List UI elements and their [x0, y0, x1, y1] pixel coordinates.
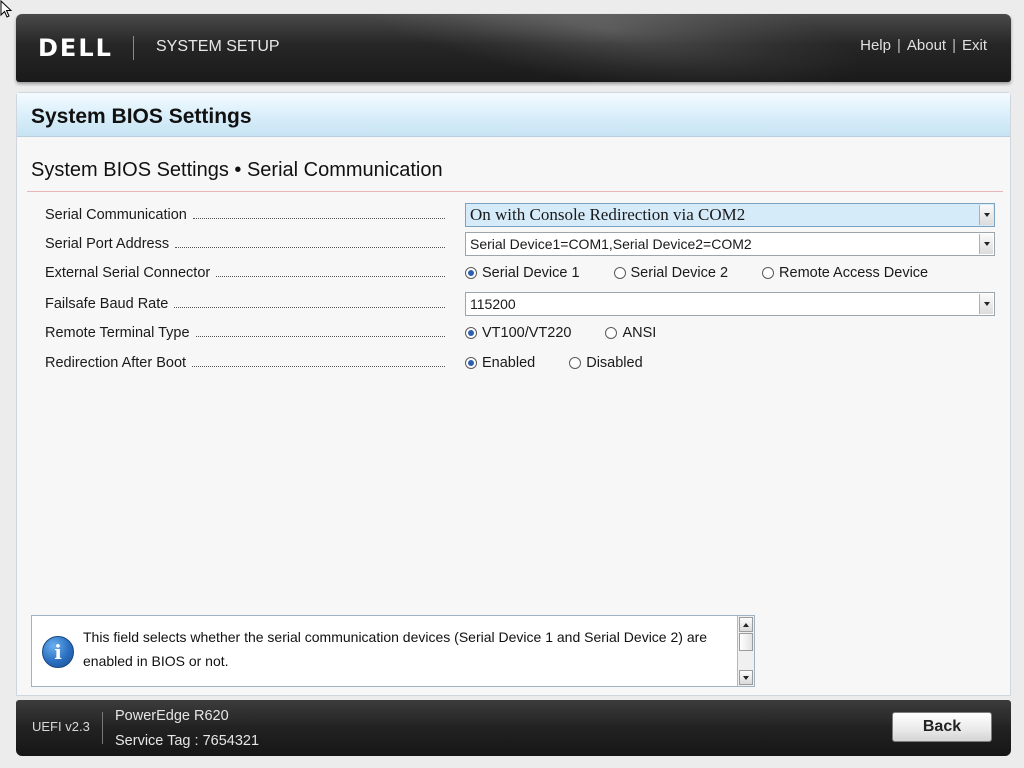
scroll-up-button[interactable] [739, 617, 753, 632]
footer-divider [102, 712, 103, 744]
exit-link[interactable]: Exit [962, 37, 987, 54]
selected-value: 115200 [470, 296, 516, 312]
setting-label: External Serial Connector [45, 265, 445, 281]
label-text: Redirection After Boot [45, 355, 187, 371]
radio-label: Enabled [482, 355, 536, 371]
radio-label: Disabled [586, 355, 643, 371]
dotted-leader [175, 246, 445, 248]
help-text: This field selects whether the serial co… [83, 625, 723, 673]
remote-terminal-type-radio-group: VT100/VT220 ANSI [465, 321, 690, 345]
help-text-line: This field selects whether the serial co… [83, 629, 708, 645]
dotted-leader [174, 306, 445, 308]
setting-row-external-serial-connector: External Serial Connector Serial Device … [45, 261, 997, 285]
radio-button-selected[interactable] [465, 327, 477, 339]
setting-label: Failsafe Baud Rate [45, 296, 445, 312]
setting-label: Serial Communication [45, 207, 445, 223]
redirection-after-boot-radio-group: Enabled Disabled [465, 351, 677, 375]
link-separator: | [952, 37, 956, 54]
radio-button[interactable] [569, 357, 582, 369]
help-panel: i This field selects whether the serial … [31, 615, 755, 687]
chevron-down-icon[interactable] [979, 294, 993, 314]
setting-label: Redirection After Boot [45, 355, 445, 371]
setting-label: Remote Terminal Type [45, 325, 445, 341]
dotted-leader [192, 217, 445, 219]
link-separator: | [896, 37, 901, 54]
radio-label: Serial Device 1 [482, 265, 580, 281]
help-text-line: enabled in BIOS or not. [83, 653, 229, 669]
external-serial-connector-radio-group: Serial Device 1 Serial Device 2 Remote A… [465, 261, 962, 285]
page-title: System BIOS Settings [31, 105, 252, 128]
label-text: Serial Communication [45, 207, 187, 223]
radio-button-selected[interactable] [465, 267, 477, 279]
radio-enabled[interactable]: Enabled [465, 355, 535, 371]
dotted-leader [216, 275, 445, 277]
radio-serial-device-2[interactable]: Serial Device 2 [613, 265, 729, 281]
mouse-pointer-icon [0, 0, 13, 18]
failsafe-baud-rate-select[interactable]: 115200 [465, 292, 995, 316]
dotted-leader [192, 365, 445, 367]
header-links: Help | About | Exit [860, 37, 987, 54]
radio-button-selected[interactable] [465, 357, 477, 369]
selected-value: Serial Device1=COM1,Serial Device2=COM2 [470, 236, 752, 252]
service-tag: Service Tag : 7654321 [115, 733, 260, 749]
radio-button[interactable] [605, 327, 618, 339]
setting-row-serial-port-address: Serial Port Address Serial Device1=COM1,… [45, 232, 997, 256]
radio-label: ANSI [622, 325, 657, 341]
header-sheen [340, 14, 872, 82]
label-text: External Serial Connector [45, 265, 211, 281]
about-link[interactable]: About [907, 37, 946, 54]
setting-label: Serial Port Address [45, 236, 445, 252]
radio-label: Remote Access Device [779, 265, 929, 281]
radio-disabled[interactable]: Disabled [569, 355, 643, 371]
dotted-leader [195, 335, 445, 337]
help-link[interactable]: Help [860, 37, 891, 54]
chevron-down-icon[interactable] [979, 205, 993, 225]
label-text: Failsafe Baud Rate [45, 296, 169, 312]
section-divider [27, 191, 1003, 192]
radio-button[interactable] [762, 267, 775, 279]
back-button[interactable]: Back [892, 712, 992, 742]
header-divider [133, 36, 134, 60]
radio-label: VT100/VT220 [482, 325, 572, 341]
chevron-down-icon[interactable] [979, 234, 993, 254]
radio-remote-access-device[interactable]: Remote Access Device [762, 265, 928, 281]
scroll-thumb[interactable] [739, 633, 753, 651]
panel-header: System BIOS Settings [17, 93, 1010, 137]
top-bar: DELL SYSTEM SETUP Help | About | Exit [16, 14, 1011, 82]
help-scrollbar[interactable] [737, 616, 754, 686]
scroll-down-button[interactable] [739, 670, 753, 685]
serial-port-address-select[interactable]: Serial Device1=COM1,Serial Device2=COM2 [465, 232, 995, 256]
radio-label: Serial Device 2 [630, 265, 729, 281]
server-model: PowerEdge R620 [115, 708, 229, 724]
setting-row-remote-terminal-type: Remote Terminal Type VT100/VT220 ANSI [45, 321, 997, 345]
radio-button[interactable] [613, 267, 626, 279]
main-panel: System BIOS Settings System BIOS Setting… [16, 92, 1011, 696]
dell-logo: DELL [38, 34, 113, 62]
info-icon: i [42, 636, 74, 668]
radio-vt100-vt220[interactable]: VT100/VT220 [465, 325, 571, 341]
app-title: SYSTEM SETUP [156, 38, 280, 55]
bottom-bar: UEFI v2.3 PowerEdge R620 Service Tag : 7… [16, 700, 1011, 756]
uefi-version: UEFI v2.3 [32, 719, 90, 734]
setting-row-failsafe-baud-rate: Failsafe Baud Rate 115200 [45, 292, 997, 316]
label-text: Serial Port Address [45, 236, 170, 252]
setting-row-serial-communication: Serial Communication On with Console Red… [45, 203, 997, 227]
breadcrumb: System BIOS Settings • Serial Communicat… [31, 159, 443, 181]
radio-ansi[interactable]: ANSI [605, 325, 656, 341]
setting-row-redirection-after-boot: Redirection After Boot Enabled Disabled [45, 351, 997, 375]
label-text: Remote Terminal Type [45, 325, 190, 341]
radio-serial-device-1[interactable]: Serial Device 1 [465, 265, 580, 281]
selected-value: On with Console Redirection via COM2 [470, 205, 746, 224]
serial-communication-select[interactable]: On with Console Redirection via COM2 [465, 203, 995, 227]
